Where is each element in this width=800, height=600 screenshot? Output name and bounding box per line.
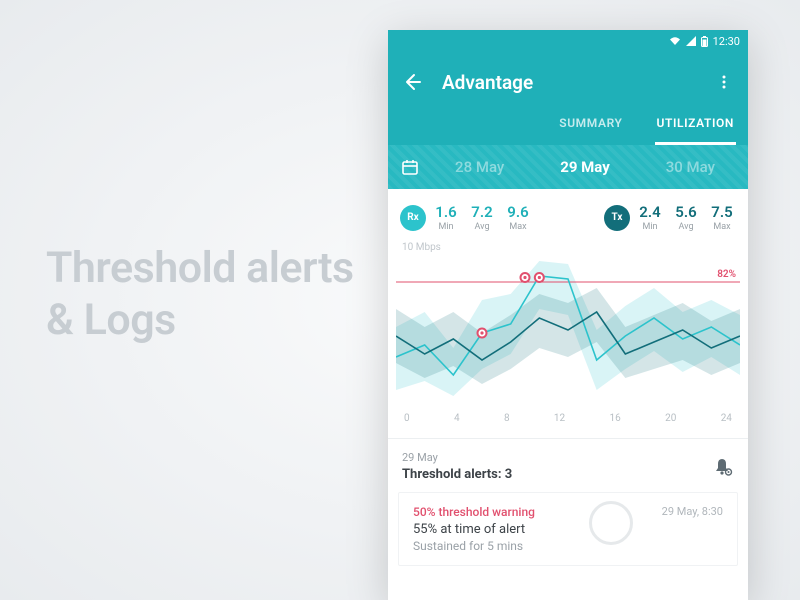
tab-utilization[interactable]: UTILIZATION — [655, 106, 736, 145]
metrics-row: Rx 1.6Min 7.2Avg 9.6Max Tx 2.4Min 5.6Avg… — [388, 189, 748, 242]
rx-avg-value: 7.2 — [468, 203, 496, 221]
rx-metrics: 1.6Min 7.2Avg 9.6Max — [432, 203, 532, 232]
chart-y-label: 10 Mbps — [396, 242, 740, 253]
cell-signal-icon — [686, 36, 696, 46]
status-time: 12:30 — [713, 35, 740, 48]
app-bar: Advantage SUMMARY UTILIZATION — [388, 52, 748, 145]
alerts-date: 29 May — [402, 451, 512, 464]
date-strip: 28 May 29 May 30 May — [388, 145, 748, 189]
x-tick: 20 — [665, 413, 676, 424]
rx-min-label: Min — [432, 222, 460, 232]
rx-max-value: 9.6 — [504, 203, 532, 221]
background-title-line1: Threshold alerts — [46, 243, 354, 293]
calendar-icon[interactable] — [398, 155, 422, 179]
date-option-prev[interactable]: 28 May — [432, 158, 527, 176]
background-title-line2: & Logs — [46, 295, 176, 345]
alert-value-line: 55% at time of alert — [413, 522, 723, 537]
tx-max-value: 7.5 — [708, 203, 736, 221]
tx-avg-value: 5.6 — [672, 203, 700, 221]
status-bar: 12:30 — [388, 30, 748, 52]
battery-icon — [701, 36, 708, 47]
x-tick: 0 — [404, 413, 410, 424]
overflow-menu-icon[interactable] — [712, 70, 736, 94]
alert-settings-icon[interactable] — [712, 456, 734, 482]
alerts-title: Threshold alerts: 3 — [402, 467, 512, 482]
tx-min-label: Min — [636, 222, 664, 232]
back-icon[interactable] — [400, 70, 424, 94]
background-title: Threshold alerts & Logs — [46, 242, 354, 347]
rx-avg-label: Avg — [468, 222, 496, 232]
date-option-current[interactable]: 29 May — [537, 158, 632, 176]
x-tick: 4 — [454, 413, 460, 424]
page-title: Advantage — [442, 71, 694, 94]
tx-badge: Tx — [604, 205, 630, 231]
x-tick: 12 — [554, 413, 565, 424]
chart-svg — [396, 255, 740, 405]
rx-min-value: 1.6 — [432, 203, 460, 221]
alert-time: 29 May, 8:30 — [662, 505, 723, 518]
tab-bar: SUMMARY UTILIZATION — [400, 106, 736, 145]
tx-max-label: Max — [708, 222, 736, 232]
date-option-next[interactable]: 30 May — [643, 158, 738, 176]
alerts-count: 3 — [505, 467, 512, 482]
rx-badge: Rx — [400, 205, 426, 231]
alert-card[interactable]: 50% threshold warning 55% at time of ale… — [398, 492, 738, 566]
rx-max-label: Max — [504, 222, 532, 232]
wifi-icon — [669, 36, 681, 46]
x-tick: 24 — [721, 413, 732, 424]
chart-x-axis: 0 4 8 12 16 20 24 — [396, 405, 740, 438]
alerts-header: 29 May Threshold alerts: 3 — [388, 439, 748, 492]
phone-frame: 12:30 Advantage SUMMARY UTILIZATION 28 M… — [388, 30, 748, 600]
x-tick: 16 — [610, 413, 621, 424]
utilization-chart[interactable]: 82% — [396, 255, 740, 405]
x-tick: 8 — [504, 413, 510, 424]
threshold-label: 82% — [717, 269, 736, 280]
chart-area: 10 Mbps 82% 0 4 8 12 16 20 24 — [388, 242, 748, 438]
tx-metrics: 2.4Min 5.6Avg 7.5Max — [636, 203, 736, 232]
alert-sustain: Sustained for 5 mins — [413, 539, 723, 553]
alerts-title-prefix: Threshold alerts: — [402, 467, 505, 482]
tab-summary[interactable]: SUMMARY — [557, 106, 624, 145]
alert-progress-ring — [589, 501, 633, 545]
tx-avg-label: Avg — [672, 222, 700, 232]
tx-min-value: 2.4 — [636, 203, 664, 221]
